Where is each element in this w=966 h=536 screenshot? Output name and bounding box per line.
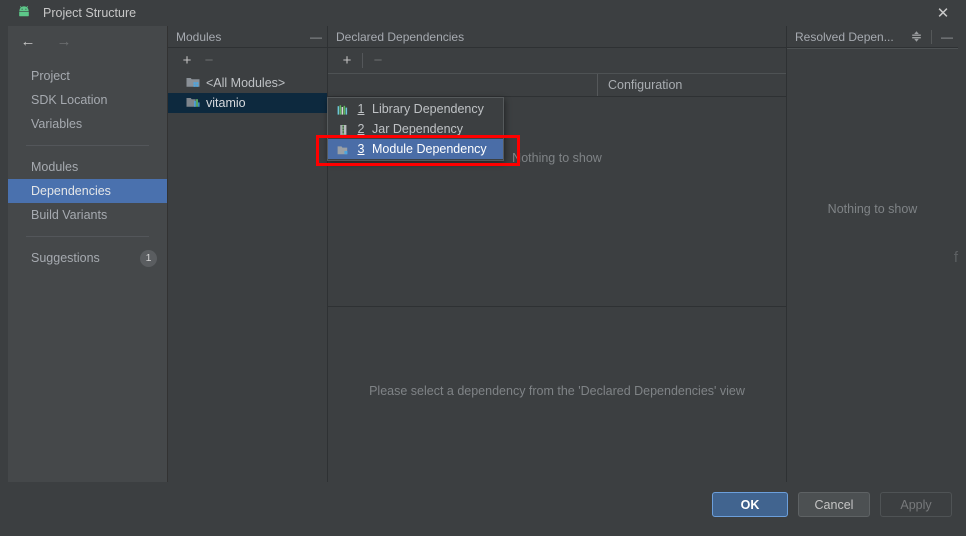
- resolved-panel-header: Resolved Depen... —: [787, 26, 958, 48]
- nav-list: Project SDK Location Variables Modules D…: [8, 56, 167, 270]
- cancel-button[interactable]: Cancel: [798, 492, 870, 517]
- all-modules-icon: [186, 76, 200, 91]
- nav-label: Dependencies: [31, 184, 111, 198]
- dialog-footer: OK Cancel Apply: [0, 482, 966, 536]
- resolved-dependencies-panel: Resolved Depen... — Nothing to show f: [787, 26, 958, 482]
- left-navigation: ← → Project SDK Location Variables Modul…: [0, 26, 168, 520]
- add-dependency-button[interactable]: +: [336, 50, 358, 72]
- menu-item-library-dependency[interactable]: 1 Library Dependency: [328, 99, 503, 119]
- declared-toolbar: + −: [328, 48, 786, 73]
- nav-label: Build Variants: [31, 208, 108, 222]
- menu-mnemonic: 1: [357, 102, 365, 116]
- sidebar-item-build-variants[interactable]: Build Variants: [8, 203, 167, 227]
- modules-minimize-icon[interactable]: —: [305, 28, 327, 46]
- nav-divider-2: [26, 236, 149, 237]
- nav-label: Variables: [31, 117, 83, 131]
- column-header-dependency[interactable]: [328, 74, 598, 96]
- menu-mnemonic: 2: [357, 122, 365, 136]
- dependency-detail-message: Please select a dependency from the 'Dec…: [369, 384, 745, 398]
- apply-button[interactable]: Apply: [880, 492, 952, 517]
- toolbar-divider: [362, 53, 363, 68]
- remove-module-button[interactable]: −: [198, 50, 220, 72]
- column-header-configuration[interactable]: Configuration: [598, 74, 786, 96]
- title-bar: Project Structure ✕: [0, 0, 966, 26]
- suggestions-count-badge: 1: [140, 249, 157, 267]
- footer-button-group: OK Cancel Apply: [712, 492, 952, 517]
- list-item-vitamio[interactable]: vitamio: [168, 93, 327, 113]
- modules-panel-title: Modules: [176, 29, 222, 44]
- declared-panel-title: Declared Dependencies: [336, 29, 465, 44]
- dependency-detail-pane: Please select a dependency from the 'Dec…: [328, 306, 786, 482]
- resolved-dependencies-body: Nothing to show f: [787, 48, 958, 483]
- nav-label: Modules: [31, 160, 79, 174]
- menu-mnemonic: 3: [357, 142, 365, 156]
- nav-label: Project: [31, 69, 70, 83]
- edge-clipped-glyph: f: [953, 249, 958, 266]
- close-icon[interactable]: ✕: [920, 0, 966, 26]
- header-divider: [931, 29, 932, 44]
- declared-panel-header: Declared Dependencies: [328, 26, 786, 48]
- sidebar-item-suggestions[interactable]: Suggestions 1: [8, 246, 167, 270]
- module-icon: [186, 96, 200, 111]
- sidebar-item-project[interactable]: Project: [8, 64, 167, 88]
- modules-panel-header: Modules —: [168, 26, 327, 48]
- menu-item-jar-dependency[interactable]: 2 Jar Dependency: [328, 119, 503, 139]
- menu-label: Jar Dependency: [372, 122, 464, 136]
- project-structure-dialog: Project Structure ✕ ← → Project SDK Loca…: [0, 0, 966, 536]
- forward-arrow-icon[interactable]: →: [54, 31, 74, 51]
- sidebar-item-modules[interactable]: Modules: [8, 155, 167, 179]
- resolved-panel-title: Resolved Depen...: [795, 29, 894, 44]
- sidebar-item-dependencies[interactable]: Dependencies: [8, 179, 167, 203]
- list-item-all-modules[interactable]: <All Modules>: [168, 73, 327, 93]
- ok-button[interactable]: OK: [712, 492, 788, 517]
- nav-label: SDK Location: [31, 93, 108, 107]
- nav-divider-1: [26, 145, 149, 146]
- library-icon: [336, 102, 350, 116]
- add-module-button[interactable]: +: [176, 50, 198, 72]
- menu-label: Module Dependency: [372, 142, 487, 156]
- remove-dependency-button[interactable]: −: [367, 50, 389, 72]
- sidebar-item-sdk-location[interactable]: SDK Location: [8, 88, 167, 112]
- back-arrow-icon[interactable]: ←: [18, 31, 38, 51]
- modules-toolbar: + −: [168, 48, 327, 73]
- declared-table-header: Configuration: [328, 73, 786, 97]
- menu-label: Library Dependency: [372, 102, 484, 116]
- resolved-empty-message: Nothing to show: [827, 202, 918, 216]
- sidebar-item-variables[interactable]: Variables: [8, 112, 167, 136]
- module-label: vitamio: [206, 96, 246, 110]
- add-dependency-popup-menu: 1 Library Dependency 2 Jar Dependency 3 …: [327, 97, 504, 161]
- nav-history-controls: ← →: [8, 26, 167, 56]
- jar-icon: [336, 122, 350, 136]
- module-folder-icon: [336, 142, 350, 156]
- dialog-body: ← → Project SDK Location Variables Modul…: [0, 26, 966, 520]
- window-title: Project Structure: [43, 6, 137, 20]
- nav-label: Suggestions: [31, 251, 100, 265]
- menu-item-module-dependency[interactable]: 3 Module Dependency: [328, 139, 503, 159]
- resolved-minimize-icon[interactable]: —: [936, 28, 958, 46]
- modules-panel: Modules — + − <All Modules> vitamio: [168, 26, 328, 482]
- collapse-all-icon[interactable]: [905, 28, 927, 46]
- android-robot-icon: [16, 5, 32, 21]
- declared-dependencies-panel: Declared Dependencies + − Configuration …: [328, 26, 787, 482]
- module-label: <All Modules>: [206, 76, 286, 90]
